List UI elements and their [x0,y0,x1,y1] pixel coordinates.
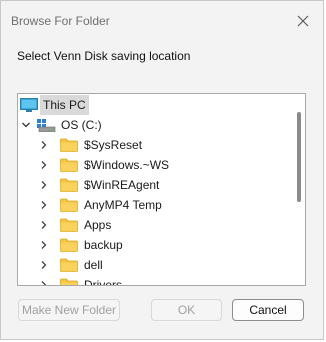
tree-item-label: dell [84,258,103,272]
tree-item-label: $Windows.~WS [84,158,170,172]
drive-icon [37,119,56,132]
chevron-right-icon[interactable] [38,199,50,211]
tree-item-label: $SysReset [84,138,143,152]
this-pc-icon [20,98,38,112]
chevron-right-icon[interactable] [38,179,50,191]
tree-item-label: AnyMP4 Temp [84,198,162,212]
folder-icon [60,218,78,232]
tree-item-folder[interactable]: backup [38,235,123,255]
tree-item-folder[interactable]: $SysReset [38,135,142,155]
tree-item-label: OS (C:) [61,118,102,132]
tree-item-os-drive[interactable]: OS (C:) [20,115,102,135]
close-icon [297,15,309,27]
browse-for-folder-dialog: Browse For Folder Select Venn Disk savin… [0,0,324,340]
tree-item-this-pc[interactable]: This PC [19,95,89,115]
tree-item-folder[interactable]: Drivers [38,275,122,286]
tree-item-label: backup [84,238,123,252]
folder-icon [60,178,78,192]
close-button[interactable] [293,11,313,31]
tree-item-label: Apps [84,218,112,232]
chevron-right-icon[interactable] [38,139,50,151]
chevron-right-icon[interactable] [38,239,50,251]
tree-item-folder[interactable]: Apps [38,215,111,235]
ok-button[interactable]: OK [151,299,222,321]
folder-icon [60,198,78,212]
tree-item-folder[interactable]: $WinREAgent [38,175,159,195]
chevron-right-icon[interactable] [38,219,50,231]
folder-tree[interactable]: This PC OS (C:) $SysReset $Windows.~WS $Wi… [17,93,306,286]
folder-icon [60,158,78,172]
chevron-right-icon[interactable] [38,159,50,171]
chevron-right-icon[interactable] [38,259,50,271]
tree-item-folder[interactable]: $Windows.~WS [38,155,169,175]
make-new-folder-button[interactable]: Make New Folder [18,299,120,321]
folder-icon [60,138,78,152]
tree-item-folder[interactable]: dell [38,255,103,275]
folder-icon [60,258,78,272]
folder-icon [60,278,78,285]
cancel-button[interactable]: Cancel [232,299,304,321]
chevron-right-icon[interactable] [38,279,50,285]
vertical-scrollbar[interactable] [297,112,301,202]
tree-item-label: Drivers [84,278,122,286]
tree-item-folder[interactable]: AnyMP4 Temp [38,195,162,215]
prompt-text: Select Venn Disk saving location [17,49,191,63]
tree-item-label: This PC [40,95,89,115]
window-title: Browse For Folder [11,14,110,28]
folder-icon [60,238,78,252]
title-bar[interactable]: Browse For Folder [1,1,323,41]
tree-item-label: $WinREAgent [84,178,160,192]
chevron-down-icon[interactable] [20,119,32,131]
